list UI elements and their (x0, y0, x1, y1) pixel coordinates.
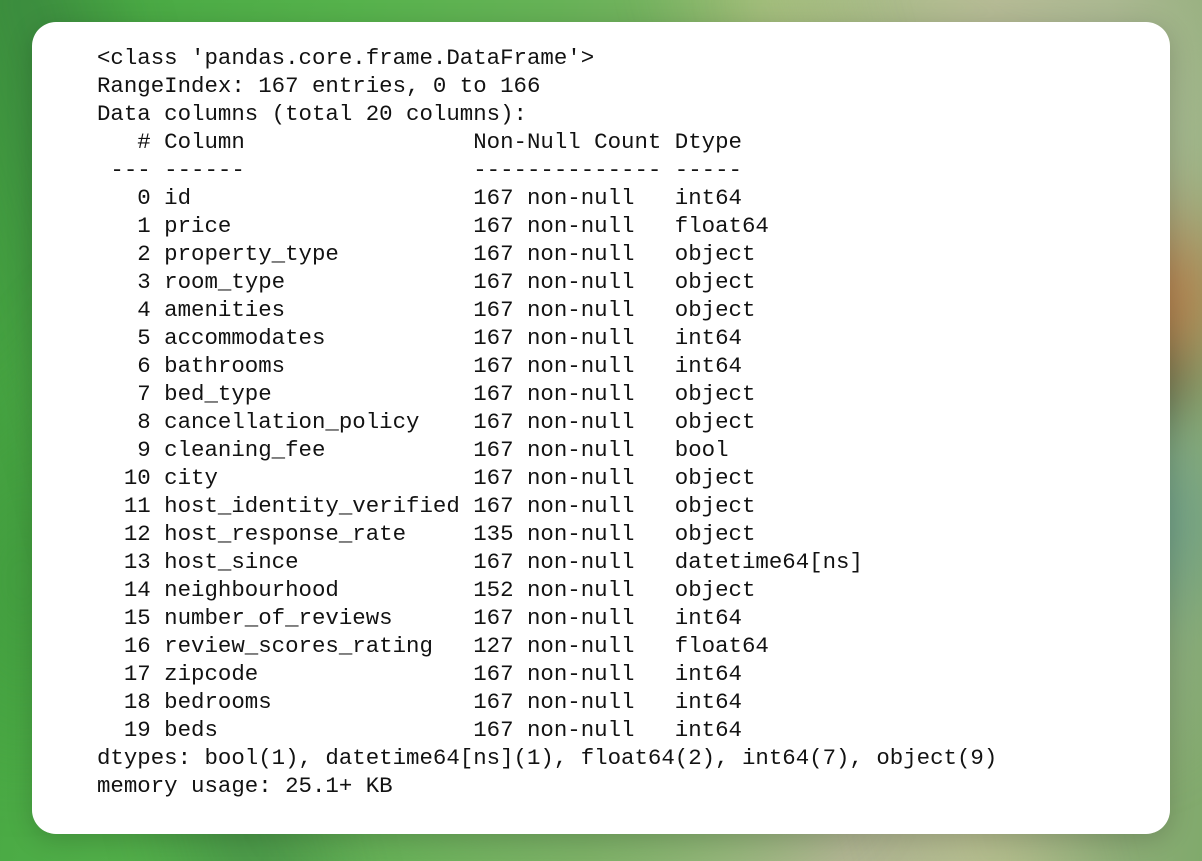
output-line: 4 amenities 167 non-null object (97, 297, 756, 323)
output-line: 12 host_response_rate 135 non-null objec… (97, 521, 756, 547)
output-line: 11 host_identity_verified 167 non-null o… (97, 493, 756, 519)
output-line: memory usage: 25.1+ KB (97, 773, 393, 799)
output-line: dtypes: bool(1), datetime64[ns](1), floa… (97, 745, 998, 771)
dataframe-info-output: <class 'pandas.core.frame.DataFrame'> Ran… (97, 44, 997, 800)
output-line: 3 room_type 167 non-null object (97, 269, 756, 295)
output-line: 13 host_since 167 non-null datetime64[ns… (97, 549, 863, 575)
output-line: 15 number_of_reviews 167 non-null int64 (97, 605, 742, 631)
output-line: 14 neighbourhood 152 non-null object (97, 577, 756, 603)
output-line: RangeIndex: 167 entries, 0 to 166 (97, 73, 541, 99)
output-line: --- ------ -------------- ----- (97, 157, 742, 183)
output-line: 6 bathrooms 167 non-null int64 (97, 353, 742, 379)
output-line: 17 zipcode 167 non-null int64 (97, 661, 742, 687)
output-line: 18 bedrooms 167 non-null int64 (97, 689, 742, 715)
output-line: 5 accommodates 167 non-null int64 (97, 325, 742, 351)
output-line: 9 cleaning_fee 167 non-null bool (97, 437, 729, 463)
output-line: Data columns (total 20 columns): (97, 101, 527, 127)
output-line: 7 bed_type 167 non-null object (97, 381, 756, 407)
output-line: 16 review_scores_rating 127 non-null flo… (97, 633, 769, 659)
output-line: 0 id 167 non-null int64 (97, 185, 742, 211)
output-line: 2 property_type 167 non-null object (97, 241, 756, 267)
output-line: <class 'pandas.core.frame.DataFrame'> (97, 45, 595, 71)
output-line: 19 beds 167 non-null int64 (97, 717, 742, 743)
output-line: # Column Non-Null Count Dtype (97, 129, 742, 155)
output-line: 10 city 167 non-null object (97, 465, 756, 491)
output-line: 1 price 167 non-null float64 (97, 213, 769, 239)
output-card: <class 'pandas.core.frame.DataFrame'> Ran… (32, 22, 1170, 834)
output-line: 8 cancellation_policy 167 non-null objec… (97, 409, 756, 435)
